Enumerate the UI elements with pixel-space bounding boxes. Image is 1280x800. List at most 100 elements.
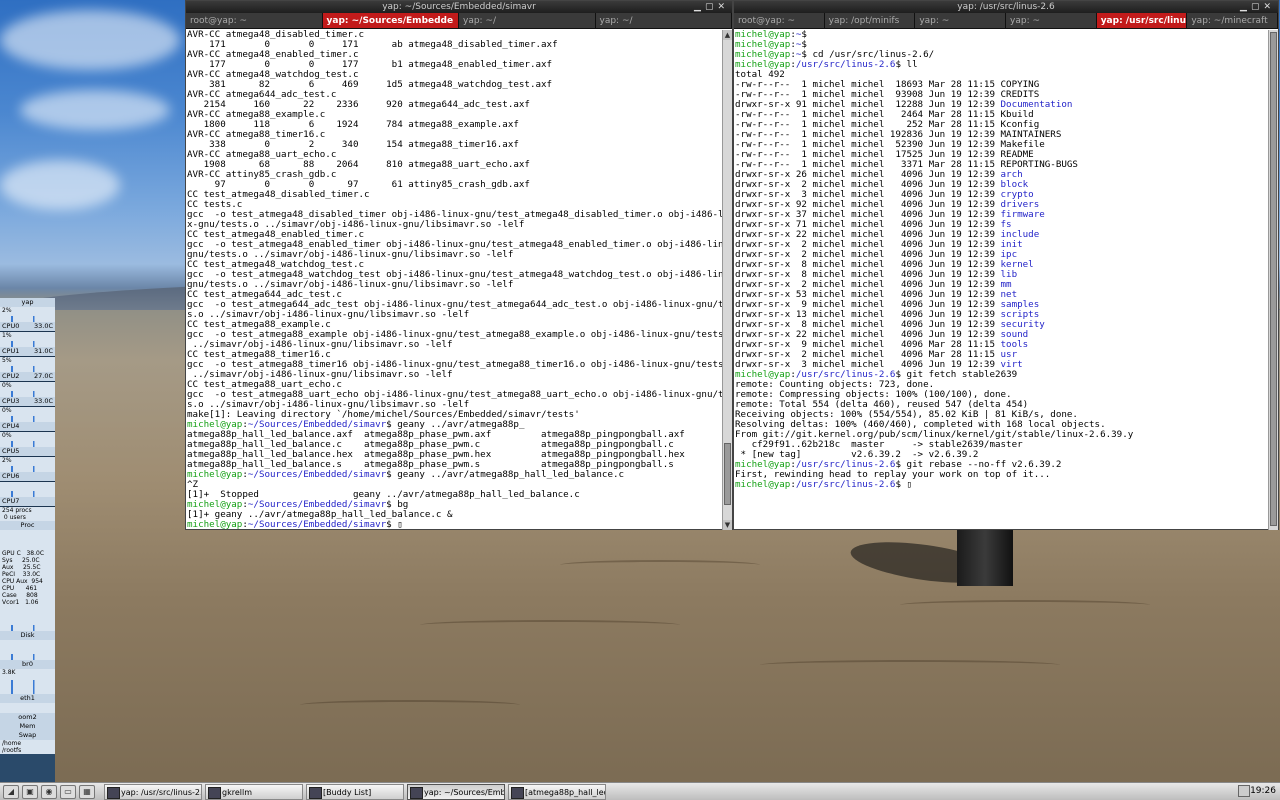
gk-cpu-pct: 5% [2, 357, 12, 364]
gk-cpu-chart: 2% [0, 457, 55, 472]
terminal-text: $ [895, 479, 907, 490]
terminal-scrollbar[interactable]: ▲ ▼ [722, 30, 732, 530]
wallpaper-cloud [0, 160, 120, 210]
terminal-launcher-icon[interactable]: ▭ [60, 784, 76, 799]
gk-swap-label: Swap [0, 731, 55, 740]
tray-network-icon[interactable] [1238, 785, 1250, 797]
tab-bar: root@yap: ~ yap: ~/Sources/Embedde yap: ~/… [186, 13, 732, 29]
terminal-output[interactable]: AVR-CC atmega48_disabled_timer.c 171 0 0… [186, 30, 722, 530]
sand-ripple [300, 700, 520, 710]
terminal-tab[interactable]: yap: ~ [1006, 13, 1097, 28]
gk-cpu-name: CPU2 [2, 372, 20, 380]
window-titlebar[interactable]: yap: /usr/src/linus-2.6 ▁▢✕ [734, 1, 1278, 13]
gk-cpu-temp: 31.0C [33, 347, 53, 355]
gk-cpu-row[interactable]: 1% CPU1 31.0C [0, 332, 55, 357]
gk-cpu-name: CPU5 [2, 447, 20, 455]
home-folder-icon[interactable]: ▣ [22, 784, 38, 799]
prompt-path: /usr/src/linus-2.6 [795, 479, 896, 490]
gk-net-label: br0 [0, 660, 55, 669]
terminal-text: $ [386, 469, 398, 480]
window-titlebar[interactable]: yap: ~/Sources/Embedded/simavr ▁▢✕ [186, 1, 732, 13]
scroll-down-arrow-icon[interactable]: ▼ [723, 520, 732, 530]
sand-ripple [560, 560, 760, 570]
gk-cpu-chart: 5% [0, 357, 55, 372]
gkrellm-panel[interactable]: yap 2% CPU0 33.0C 1% CPU1 31.0C 5% CPU2 27.0C 0% C… [0, 298, 55, 782]
taskbar-task[interactable]: [atmega88p_hall_led_b... [508, 783, 606, 800]
gk-proc-graph [0, 530, 55, 550]
cursor: ▯ [906, 479, 913, 490]
gk-cpu-chart: 2% [0, 307, 55, 322]
gk-cpu-row[interactable]: 2% CPU0 33.0C [0, 307, 55, 332]
gk-mem-label: Mem [0, 722, 55, 731]
terminal-output[interactable]: michel@yap:~$ michel@yap:~$ michel@yap:~… [734, 30, 1268, 530]
taskbar: ◢ ▣ ◉ ▭ ▦ yap: /usr/src/linus-2.6 gkrellm… [0, 782, 1280, 800]
gk-cpu-row[interactable]: 2% CPU6 [0, 457, 55, 482]
gk-cpu-chart [0, 482, 55, 497]
cursor: ▯ [397, 519, 403, 530]
taskbar-task[interactable]: yap: ~/Sources/Embed... [407, 783, 505, 800]
terminal-line: michel@yap:/usr/src/linus-2.6$ ll [735, 60, 1267, 70]
taskbar-task[interactable]: gkrellm [205, 783, 303, 800]
gk-cpu-row[interactable]: 0% CPU4 [0, 407, 55, 432]
gk-cpu-pct: 0% [2, 432, 12, 439]
terminal-tab[interactable]: yap: ~ [915, 13, 1007, 28]
gk-cpu-name: CPU7 [2, 497, 20, 505]
scroll-up-arrow-icon[interactable]: ▲ [723, 30, 732, 40]
terminal-scrollbar[interactable] [1268, 30, 1278, 530]
prompt-user: michel@yap [187, 519, 243, 530]
sand-ripple [760, 660, 1060, 670]
gk-proc-label: Proc [0, 521, 55, 530]
window-controls[interactable]: ▁▢✕ [1240, 1, 1275, 13]
terminal-window-simavr[interactable]: yap: ~/Sources/Embedded/simavr ▁▢✕ root@… [185, 0, 733, 530]
gk-fs-rootfs[interactable]: /rootfs [0, 747, 55, 754]
app-menu-icon[interactable]: ◢ [3, 784, 19, 799]
wallpaper-cloud [20, 90, 170, 130]
sand-ripple [900, 600, 1150, 610]
gk-cpu-name: CPU6 [2, 472, 20, 480]
gk-cpu-row[interactable]: 5% CPU2 27.0C [0, 357, 55, 382]
gk-hostname: yap [0, 298, 55, 307]
gk-cpu-label: CPU5 [0, 447, 55, 456]
taskbar-task[interactable]: yap: /usr/src/linus-2.6 [104, 783, 202, 800]
window-controls[interactable]: ▁▢✕ [694, 1, 729, 13]
gk-cpu-label: CPU0 33.0C [0, 322, 55, 331]
terminal-tab[interactable]: yap: ~/Sources/Embedde [322, 13, 459, 28]
prompt-user: michel@yap [735, 479, 791, 490]
terminal-line: michel@yap:~/Sources/Embedded/simavr$ ▯ [187, 520, 721, 530]
terminal-tab[interactable]: yap: ~/minecraft [1187, 13, 1279, 28]
gk-cpu-chart: 0% [0, 432, 55, 447]
desktop-pager-icon[interactable]: ▦ [79, 784, 95, 799]
browser-icon[interactable]: ◉ [41, 784, 57, 799]
terminal-tab[interactable]: root@yap: ~ [734, 13, 825, 28]
terminal-text: $ [895, 59, 907, 70]
scrollbar-thumb[interactable] [1270, 32, 1277, 526]
gk-fans: CPU Aux 954 CPU 461 Case 808 [0, 578, 55, 599]
terminal-tab[interactable]: yap: ~/ [459, 13, 596, 28]
terminal-line: michel@yap:~/Sources/Embedded/simavr$ ge… [187, 470, 721, 480]
gk-disk-chart [0, 606, 55, 631]
gk-cpu-pct: 0% [2, 382, 12, 389]
scrollbar-thumb[interactable] [724, 443, 731, 505]
terminal-tab[interactable]: yap: /opt/minifs [824, 13, 916, 28]
gk-vcore: Vcor1 1.06 [0, 599, 55, 606]
gk-net-chart: 3.8K [0, 669, 55, 694]
gk-cpu-name: CPU0 [2, 322, 20, 330]
gk-cpu-row[interactable]: 0% CPU3 33.0C [0, 382, 55, 407]
wallpaper-cloud [0, 10, 180, 70]
gk-cpu-label: CPU3 33.0C [0, 397, 55, 406]
gk-cpu-row[interactable]: 0% CPU5 [0, 432, 55, 457]
gk-cpu-pct: 1% [2, 332, 12, 339]
terminal-tab[interactable]: root@yap: ~ [186, 13, 323, 28]
taskbar-task[interactable]: [Buddy List] [306, 783, 404, 800]
gk-fs-home[interactable]: /home [0, 740, 55, 747]
terminal-line: michel@yap:/usr/src/linus-2.6$ ▯ [735, 480, 1267, 490]
terminal-line: michel@yap:~$ [735, 30, 1267, 40]
terminal-window-linus[interactable]: yap: /usr/src/linus-2.6 ▁▢✕ root@yap: ~ y… [733, 0, 1279, 530]
gk-cpu-name: CPU4 [2, 422, 20, 430]
gk-cpu-chart: 0% [0, 382, 55, 397]
terminal-tab[interactable]: yap: ~/ [595, 13, 732, 28]
taskbar-clock[interactable]: 19:26 [1250, 783, 1276, 800]
terminal-tab[interactable]: yap: /usr/src/linus-2.6 [1096, 13, 1188, 28]
gk-cpu-row[interactable]: CPU7 [0, 482, 55, 507]
gk-cpu-chart: 0% [0, 407, 55, 422]
